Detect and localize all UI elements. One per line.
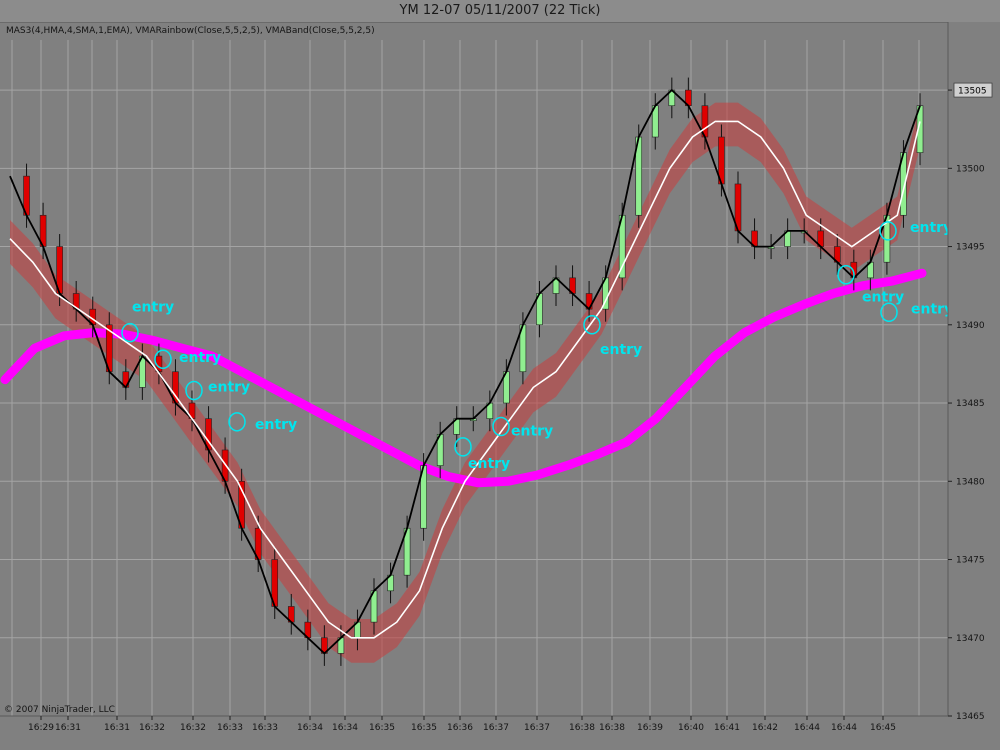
time-tick-label: 16:40 (678, 723, 704, 733)
price-tick-label: 13500 (956, 164, 985, 174)
price-tick-label: 13485 (956, 399, 985, 409)
price-tick-label: 13470 (956, 634, 985, 644)
entry-label: entry (862, 290, 904, 306)
time-tick-label: 16:35 (369, 723, 395, 733)
price-tick-label: 13480 (956, 477, 985, 487)
time-tick-label: 16:31 (104, 723, 130, 733)
price-tick-label: 13490 (956, 321, 985, 331)
price-tick-label: 13465 (956, 712, 985, 722)
entry-label: entry (179, 350, 221, 366)
time-tick-label: 16:41 (714, 723, 740, 733)
time-tick-label: 16:38 (569, 723, 595, 733)
entry-label: entry (255, 417, 297, 433)
time-tick-label: 16:29 (28, 723, 54, 733)
entry-label: entry (208, 380, 250, 396)
vma-band (10, 102, 920, 663)
price-tick-label: 13475 (956, 556, 985, 566)
entry-label: entry (911, 301, 953, 317)
time-tick-label: 16:44 (831, 723, 857, 733)
time-tick-label: 16:42 (752, 723, 778, 733)
time-tick-label: 16:32 (139, 723, 165, 733)
entry-label: entry (468, 456, 510, 472)
time-tick-label: 16:37 (483, 723, 509, 733)
time-tick-label: 16:35 (411, 723, 437, 733)
last-price-label: 13505 (958, 87, 987, 97)
price-axis-bg (948, 22, 1000, 734)
copyright-label: © 2007 NinjaTrader, LLC (4, 705, 115, 715)
time-tick-label: 16:34 (332, 723, 358, 733)
time-tick-label: 16:37 (524, 723, 550, 733)
band-area (10, 102, 920, 663)
price-tick-label: 13495 (956, 243, 985, 253)
time-tick-label: 16:44 (794, 723, 820, 733)
entry-label: entry (511, 424, 553, 440)
time-tick-label: 16:45 (870, 723, 896, 733)
entry-marker (228, 412, 246, 432)
time-tick-label: 16:31 (55, 723, 81, 733)
time-tick-label: 16:39 (637, 723, 663, 733)
entry-label: entry (600, 342, 642, 358)
entry-label: entry (132, 300, 174, 316)
entry-marker (185, 380, 203, 401)
entry-label: entry (910, 220, 952, 236)
time-tick-label: 16:32 (180, 723, 206, 733)
entry-marker (454, 437, 472, 457)
price-chart[interactable]: entryentryentryentryentryentryentryentry… (0, 22, 1000, 750)
time-tick-label: 16:34 (297, 723, 323, 733)
time-tick-label: 16:38 (599, 723, 625, 733)
entry-annotations: entryentryentryentryentryentryentryentry… (121, 220, 953, 472)
indicator-label: MAS3(4,HMA,4,SMA,1,EMA), VMARainbow(Clos… (6, 26, 375, 36)
time-tick-label: 16:33 (217, 723, 243, 733)
time-tick-label: 16:36 (447, 723, 473, 733)
price-axis: 13465 13470 13475 13480 13485 13490 13495 13500… (947, 22, 1000, 734)
time-tick-label: 16:33 (252, 723, 278, 733)
time-axis: 16:29 16:31 16:31 16:32 16:32 16:33 16:33 16:34… (0, 715, 948, 733)
window-title: YM 12-07 05/11/2007 (22 Tick) (0, 0, 1000, 23)
